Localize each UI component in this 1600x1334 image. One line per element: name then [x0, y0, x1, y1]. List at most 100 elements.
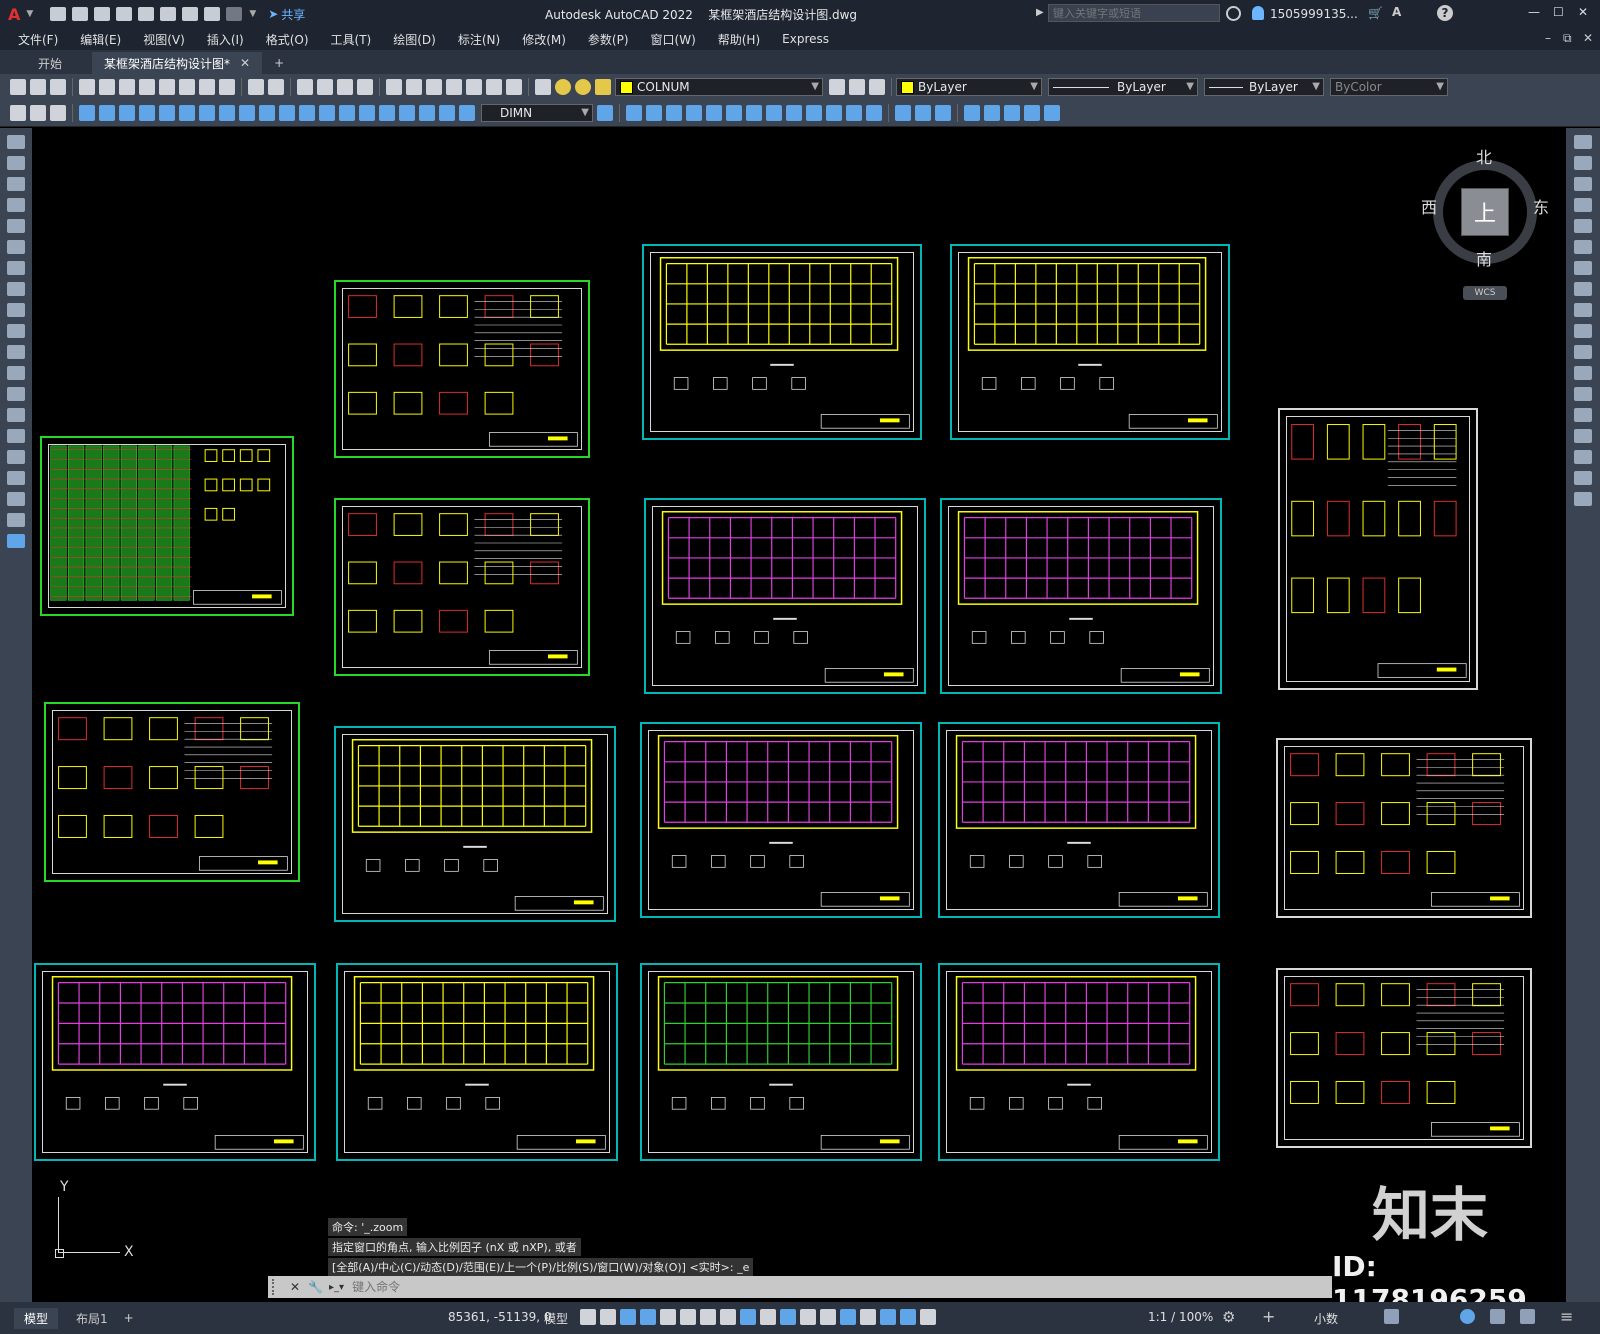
move-side-icon[interactable]: [1574, 240, 1592, 254]
menu-help[interactable]: 帮助(H): [718, 31, 760, 48]
region-icon[interactable]: [7, 471, 25, 485]
radius-dim-icon[interactable]: [159, 105, 175, 121]
compass-west[interactable]: 西: [1421, 194, 1437, 218]
menu-parametric[interactable]: 参数(P): [588, 31, 629, 48]
multiline-icon[interactable]: [30, 105, 46, 121]
add-layout-icon[interactable]: +: [124, 1311, 134, 1325]
rectangle-icon[interactable]: [7, 219, 25, 233]
app-menu-chevron-icon[interactable]: ▼: [26, 9, 33, 19]
circle-icon[interactable]: [7, 261, 25, 275]
center-mark-icon[interactable]: [359, 105, 375, 121]
continue-dim-icon[interactable]: [279, 105, 295, 121]
plot-icon[interactable]: [182, 7, 199, 21]
copy-side-icon[interactable]: [1574, 156, 1592, 170]
drawing-sheet[interactable]: [1278, 408, 1478, 690]
pan-icon[interactable]: [297, 79, 313, 95]
model-space-toggle[interactable]: 模型: [544, 1310, 568, 1327]
save-tool-icon[interactable]: [50, 79, 66, 95]
menu-insert[interactable]: 插入(I): [207, 31, 244, 48]
annotation-monitor-icon[interactable]: +: [1262, 1307, 1275, 1326]
markup-icon[interactable]: [466, 79, 482, 95]
save-as-icon[interactable]: [116, 7, 133, 21]
rotate-icon[interactable]: [746, 105, 762, 121]
dimension-style-icon[interactable]: [597, 105, 613, 121]
doc-close-button[interactable]: ✕: [1583, 31, 1593, 45]
cart-icon[interactable]: 🛒: [1368, 6, 1383, 20]
extend-icon[interactable]: [826, 105, 842, 121]
search-expand-icon[interactable]: ▶: [1036, 7, 1044, 18]
menu-express[interactable]: Express: [782, 32, 829, 46]
menu-file[interactable]: 文件(F): [18, 31, 58, 48]
rotate-side-icon[interactable]: [1574, 261, 1592, 275]
drawing-sheet[interactable]: [336, 963, 618, 1161]
redo-tool-icon[interactable]: [268, 79, 284, 95]
annotation-visibility-icon[interactable]: [900, 1309, 916, 1325]
layer-freeze-sun-icon[interactable]: [575, 79, 591, 95]
menu-view[interactable]: 视图(V): [143, 31, 185, 48]
new-icon[interactable]: [10, 79, 26, 95]
command-recent-icon[interactable]: ▸_▾: [329, 1282, 344, 1293]
drawing-sheet[interactable]: [938, 963, 1220, 1161]
units-label[interactable]: 小数: [1314, 1310, 1338, 1327]
copy-object-icon[interactable]: [646, 105, 662, 121]
linetype-dropdown[interactable]: ByLayer ▼: [1048, 78, 1198, 96]
tab-layout1[interactable]: 布局1: [66, 1308, 118, 1329]
3d-osnap-icon[interactable]: [820, 1309, 836, 1325]
aligned-dim-icon[interactable]: [99, 105, 115, 121]
tab-add[interactable]: +: [262, 52, 296, 74]
spline-icon[interactable]: [7, 303, 25, 317]
tab-model[interactable]: 模型: [14, 1307, 59, 1329]
customization-menu-icon[interactable]: ≡: [1560, 1307, 1573, 1326]
drawing-sheet[interactable]: [34, 963, 316, 1161]
autodesk-a360-icon[interactable]: A: [1392, 5, 1401, 19]
cut-icon[interactable]: [139, 79, 155, 95]
compass-east[interactable]: 东: [1533, 194, 1549, 218]
layer-previous-icon[interactable]: [849, 79, 865, 95]
insert-block-icon[interactable]: [7, 366, 25, 380]
dim-break-icon[interactable]: [319, 105, 335, 121]
drawing-sheet[interactable]: [1276, 968, 1532, 1148]
compass-north[interactable]: 北: [1476, 144, 1492, 168]
drawing-sheet[interactable]: [644, 498, 926, 694]
inspection-icon[interactable]: [379, 105, 395, 121]
fillet-side-icon[interactable]: [1574, 450, 1592, 464]
scale-side-icon[interactable]: [1574, 282, 1592, 296]
polygon-icon[interactable]: [7, 198, 25, 212]
drawing-sheet[interactable]: [938, 722, 1220, 918]
hardware-acceleration-icon[interactable]: [1490, 1309, 1505, 1324]
erase-icon[interactable]: [626, 105, 642, 121]
table-icon[interactable]: [7, 492, 25, 506]
explode-icon[interactable]: [935, 105, 951, 121]
break-side-icon[interactable]: [1574, 387, 1592, 401]
baseline-dim-icon[interactable]: [259, 105, 275, 121]
move-icon[interactable]: [726, 105, 742, 121]
doc-minimize-button[interactable]: –: [1545, 31, 1551, 45]
coordinates-readout[interactable]: 85361, -51139, 0: [448, 1310, 552, 1324]
block-editor-icon[interactable]: [219, 79, 235, 95]
explode-side-icon[interactable]: [1574, 492, 1592, 506]
menu-edit[interactable]: 编辑(E): [80, 31, 121, 48]
tab-document[interactable]: 某框架酒店结构设计图* ✕: [92, 52, 263, 74]
minimize-button[interactable]: —: [1528, 5, 1540, 19]
blend-side-icon[interactable]: [1574, 471, 1592, 485]
add-selected-icon[interactable]: [7, 534, 25, 548]
plotstyle-dropdown[interactable]: ByColor ▼: [1330, 78, 1448, 96]
make-block-icon[interactable]: [7, 387, 25, 401]
app-logo-icon[interactable]: A: [8, 5, 20, 24]
selection-filter-icon[interactable]: [860, 1309, 876, 1325]
break-point-side-icon[interactable]: [1574, 366, 1592, 380]
menu-tools[interactable]: 工具(T): [331, 31, 372, 48]
redo-icon[interactable]: [226, 7, 243, 21]
mirror-icon[interactable]: [666, 105, 682, 121]
jogged-linear-icon[interactable]: [399, 105, 415, 121]
drawing-canvas[interactable]: 上 北 南 东 西 WCS Y X 命令: '_.zoom 指定窗口的角点, 输…: [32, 128, 1566, 1316]
menu-format[interactable]: 格式(O): [266, 31, 309, 48]
open-icon[interactable]: [30, 79, 46, 95]
quickcalc-icon[interactable]: [486, 79, 502, 95]
trim-side-icon[interactable]: [1574, 324, 1592, 338]
arc-icon[interactable]: [7, 240, 25, 254]
ordinate-dim-icon[interactable]: [139, 105, 155, 121]
offset-icon[interactable]: [686, 105, 702, 121]
quick-dim-icon[interactable]: [239, 105, 255, 121]
join-icon[interactable]: [866, 105, 882, 121]
